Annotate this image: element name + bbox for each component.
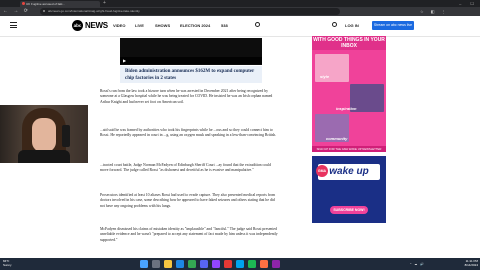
microphone-icon [62, 125, 70, 147]
weather-widget[interactable]: 84°F Sunny [3, 259, 12, 267]
ad-footer[interactable]: SIGN UP FOR THE GMA WAKE UP NEWSLETTER [312, 146, 386, 152]
article-paragraph: Prosecutors identified at least 10 alias… [100, 193, 276, 208]
spotify-icon[interactable] [248, 260, 256, 268]
clock-date: 8/14/2024 [464, 263, 478, 267]
obs-icon[interactable] [224, 260, 232, 268]
discord-icon[interactable] [200, 260, 208, 268]
login-link[interactable]: LOG IN [345, 23, 359, 29]
streamer-shirt [18, 150, 70, 163]
article-paragraph: McFadyen dismissed his claims of mistake… [100, 227, 278, 242]
tab-title: UK Fugitive accused of faki... [26, 2, 65, 6]
ad-label-inspiration: inspiration [336, 106, 357, 111]
chrome-icon[interactable] [188, 260, 196, 268]
system-tray-icons[interactable]: ^ ☁ 🔊 [410, 260, 425, 268]
window-controls[interactable]: – ☐ ✕ [448, 0, 478, 13]
edge-icon[interactable] [176, 260, 184, 268]
clock[interactable]: 11:11 PM 8/14/2024 [452, 259, 478, 267]
article-paragraph: ...tracted court battle, Judge Norman Mc… [100, 163, 271, 173]
nav-video[interactable]: VIDEO [113, 23, 125, 29]
tab-favicon-icon [22, 2, 25, 5]
news-logo-text[interactable]: NEWS [85, 21, 108, 30]
subscribe-button[interactable]: SUBSCRIBE NOW! [330, 206, 368, 214]
ad-banner[interactable]: WITH GOOD THINGS IN YOUR INBOX [312, 36, 386, 50]
article-paragraph: ...aid said he was framed by authorities… [100, 128, 277, 138]
stream-button[interactable]: Stream on abc news live [372, 21, 414, 30]
nav-shows[interactable]: SHOWS [155, 23, 170, 29]
search-taskbar-icon[interactable] [152, 260, 160, 268]
new-tab-button[interactable]: + [103, 1, 108, 6]
lock-icon [43, 10, 45, 12]
file-explorer-icon[interactable] [164, 260, 172, 268]
abc-logo[interactable]: abc [72, 20, 83, 31]
extension-icons[interactable]: ☆ ◧ ⋮ [420, 8, 449, 15]
weather-condition: Sunny [3, 263, 12, 267]
user-icon[interactable] [332, 22, 337, 27]
ad-label-community: community [326, 136, 348, 141]
url-field[interactable]: abcnews.go.com/International/craig-wrigh… [40, 8, 340, 15]
ad-label-style: style [320, 74, 330, 79]
video-controls[interactable] [120, 57, 262, 64]
app-icon[interactable] [272, 260, 280, 268]
newsletter-ad[interactable]: style inspiration community [312, 36, 386, 152]
nav-538[interactable]: 538 [221, 23, 228, 29]
start-icon[interactable] [140, 260, 148, 268]
video-caption[interactable]: Biden administration announces $162M to … [120, 66, 262, 83]
nav-live[interactable]: LIVE [135, 23, 144, 29]
nav-buttons[interactable]: ← → ⟳ [3, 8, 30, 15]
app-icon[interactable] [260, 260, 268, 268]
streamer-face [32, 118, 56, 152]
article-paragraph: Rossi's run from the law took a bizarre … [100, 89, 273, 104]
taskbar-apps [140, 259, 340, 269]
hamburger-menu-icon[interactable] [10, 22, 17, 28]
store-icon[interactable] [236, 260, 244, 268]
play-icon[interactable]: ▶ [123, 58, 126, 63]
gma-badge: GMA [316, 165, 328, 177]
search-icon[interactable] [255, 22, 260, 27]
nav-election[interactable]: ELECTION 2024 [180, 23, 210, 29]
twitch-icon[interactable] [212, 260, 220, 268]
